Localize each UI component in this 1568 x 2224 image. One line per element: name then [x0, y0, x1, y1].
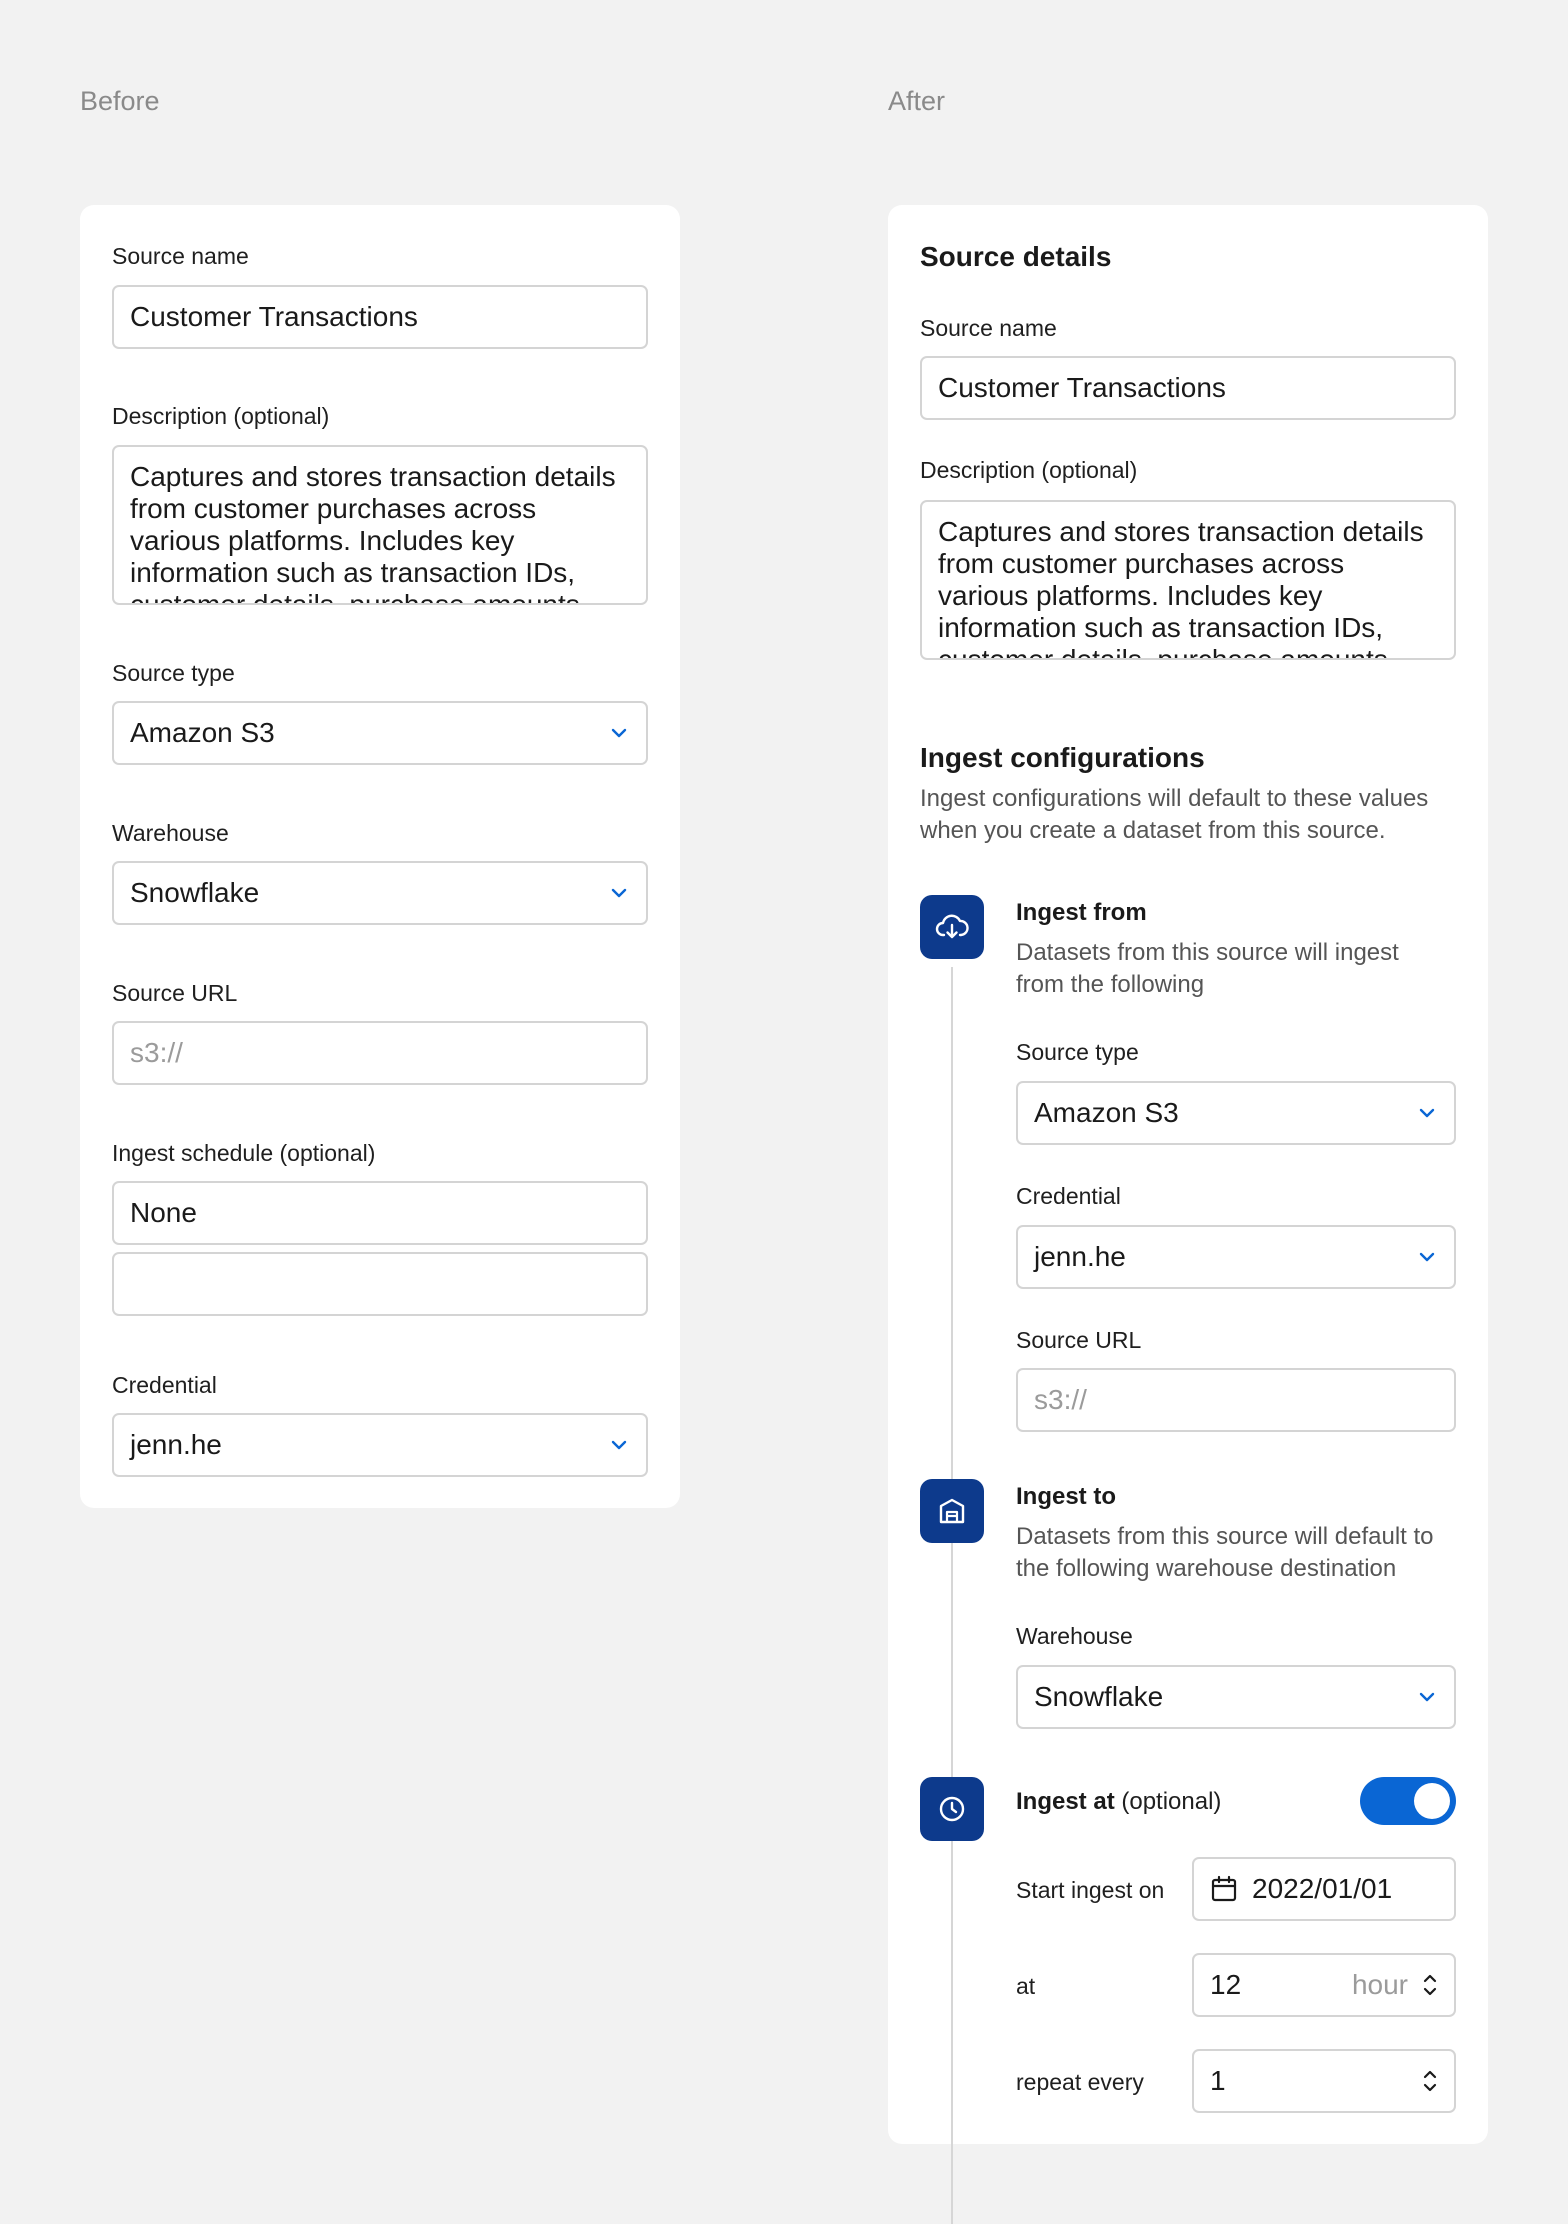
- source-type-label: Source type: [1016, 1039, 1139, 1065]
- start-date-input[interactable]: 2022/01/01: [1192, 1857, 1456, 1921]
- source-url-input[interactable]: s3://: [1016, 1368, 1456, 1432]
- ingest-schedule-label: Ingest schedule (optional): [112, 1140, 376, 1166]
- stepper-arrows-icon[interactable]: [1422, 1971, 1438, 1999]
- description-textarea[interactable]: Captures and stores transaction details …: [920, 500, 1456, 660]
- warehouse-label: Warehouse: [112, 820, 229, 846]
- source-type-label: Source type: [112, 660, 235, 686]
- chevron-down-icon: [608, 882, 630, 904]
- source-type-select[interactable]: Amazon S3: [1016, 1081, 1456, 1145]
- description-textarea[interactable]: Captures and stores transaction details …: [112, 445, 648, 605]
- ingest-from-desc: Datasets from this source will ingest fr…: [1016, 939, 1399, 998]
- before-title: Before: [80, 86, 160, 116]
- chevron-down-icon: [1416, 1686, 1438, 1708]
- repeat-every-label: repeat every: [1016, 2069, 1144, 2095]
- calendar-icon: [1210, 1875, 1238, 1903]
- ingest-at-heading: Ingest at (optional): [1016, 1788, 1222, 1815]
- credential-label: Credential: [112, 1372, 217, 1398]
- source-type-select[interactable]: Amazon S3: [112, 701, 648, 765]
- start-ingest-label: Start ingest on: [1016, 1877, 1165, 1903]
- clock-icon: [920, 1777, 984, 1841]
- ingest-configurations-heading: Ingest configurations: [920, 742, 1205, 773]
- at-label: at: [1016, 1973, 1036, 1999]
- source-name-input[interactable]: Customer Transactions: [112, 285, 648, 349]
- ingest-schedule-input[interactable]: None: [112, 1181, 648, 1245]
- repeat-stepper[interactable]: 1: [1192, 2049, 1456, 2113]
- step-rail: [951, 1849, 953, 2224]
- credential-select[interactable]: jenn.he: [112, 1413, 648, 1477]
- chevron-down-icon: [608, 722, 630, 744]
- description-label: Description (optional): [112, 403, 330, 429]
- after-form-card: Source details Source name Customer Tran…: [888, 205, 1488, 2224]
- ingest-at-toggle[interactable]: [1360, 1777, 1456, 1825]
- ingest-to-title: Ingest to: [1016, 1483, 1116, 1510]
- warehouse-label: Warehouse: [1016, 1623, 1133, 1649]
- warehouse-select[interactable]: Snowflake: [1016, 1665, 1456, 1729]
- description-label: Description (optional): [920, 457, 1138, 483]
- cloud-download-icon: [920, 895, 984, 959]
- source-url-input[interactable]: s3://: [112, 1021, 648, 1085]
- ingest-configurations-subheading: Ingest configurations will default to th…: [920, 785, 1429, 844]
- credential-select[interactable]: jenn.he: [1016, 1225, 1456, 1289]
- source-details-heading: Source details: [920, 241, 1112, 272]
- ingest-from-title: Ingest from: [1016, 899, 1147, 926]
- warehouse-select[interactable]: Snowflake: [112, 861, 648, 925]
- toggle-knob: [1414, 1783, 1450, 1819]
- stepper-arrows-icon[interactable]: [1422, 2067, 1438, 2095]
- ingest-schedule-secondary-input[interactable]: [112, 1252, 648, 1316]
- after-title: After: [888, 86, 946, 116]
- warehouse-icon: [920, 1479, 984, 1543]
- source-name-input[interactable]: Customer Transactions: [920, 356, 1456, 420]
- ingest-to-desc: Datasets from this source will default t…: [1016, 1523, 1434, 1582]
- chevron-down-icon: [608, 1434, 630, 1456]
- source-url-label: Source URL: [112, 980, 238, 1006]
- hour-stepper[interactable]: 12 hour: [1192, 1953, 1456, 2017]
- source-name-label: Source name: [112, 243, 249, 269]
- source-name-label: Source name: [920, 315, 1057, 341]
- before-form-card: Source name Customer Transactions Descri…: [80, 205, 680, 1508]
- chevron-down-icon: [1416, 1246, 1438, 1268]
- source-url-label: Source URL: [1016, 1327, 1142, 1353]
- chevron-down-icon: [1416, 1102, 1438, 1124]
- credential-label: Credential: [1016, 1183, 1121, 1209]
